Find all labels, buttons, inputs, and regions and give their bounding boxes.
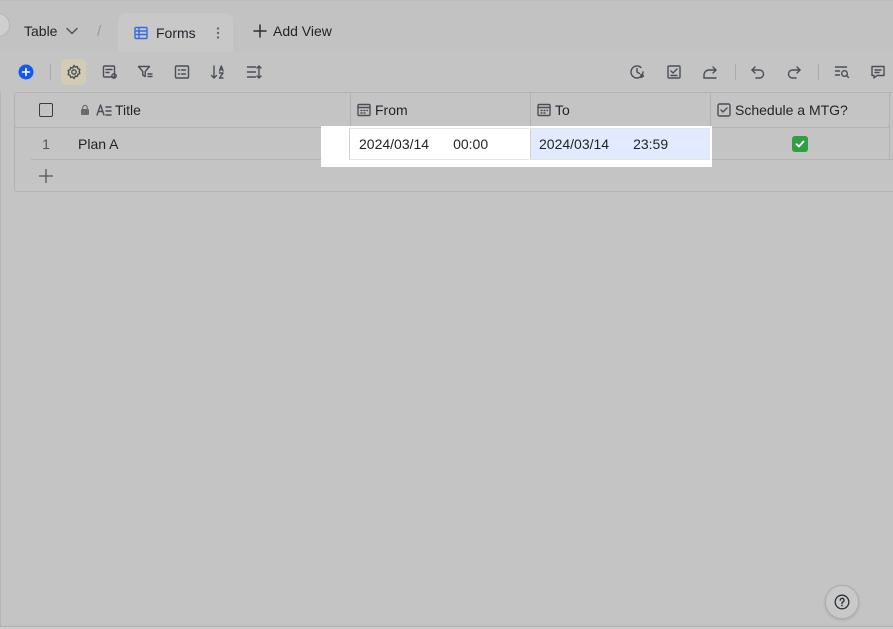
- group-list-icon: [174, 65, 190, 79]
- add-view-label: Add View: [273, 23, 332, 39]
- column-to-label: To: [555, 102, 570, 118]
- redo-icon: [787, 66, 801, 79]
- cell-to[interactable]: 2024/03/14 23:59: [530, 128, 710, 160]
- checked-checkbox[interactable]: [791, 136, 808, 152]
- more-vertical-icon[interactable]: [216, 26, 220, 40]
- sidebar-collapse-handle[interactable]: [0, 13, 10, 37]
- filter-icon: [137, 65, 153, 78]
- add-view-button[interactable]: Add View: [253, 23, 332, 39]
- history-icon: [630, 65, 645, 79]
- lock-icon: [81, 104, 89, 115]
- text-field-icon: [96, 104, 112, 116]
- toolbar-divider: [818, 64, 819, 80]
- grid-view-icon: [134, 26, 148, 40]
- redo-button[interactable]: [783, 61, 805, 83]
- cell-from[interactable]: 2024/03/14 00:00: [349, 128, 529, 160]
- toolbar-divider: [735, 64, 736, 80]
- field-settings-icon: [102, 65, 117, 79]
- settings-button[interactable]: [63, 61, 85, 83]
- share-button[interactable]: [699, 61, 721, 83]
- select-all-header: [15, 93, 77, 128]
- table-switcher[interactable]: Table: [24, 23, 79, 39]
- row-index: 1: [42, 136, 50, 152]
- from-date: 2024/03/14: [359, 136, 430, 152]
- filter-button[interactable]: [134, 61, 156, 83]
- table-switcher-label: Table: [24, 23, 58, 39]
- from-time: 00:00: [453, 136, 489, 152]
- column-from-label: From: [375, 102, 408, 118]
- chevron-down-icon: [66, 27, 79, 35]
- plus-icon: [39, 169, 53, 183]
- column-title-label: Title: [115, 102, 141, 118]
- column-header-from[interactable]: From: [350, 93, 530, 128]
- to-time: 23:59: [633, 136, 669, 152]
- add-row-button[interactable]: [31, 161, 61, 191]
- help-button[interactable]: [825, 585, 859, 619]
- row-height-icon: [246, 65, 262, 79]
- column-header-to[interactable]: To: [530, 93, 710, 128]
- breadcrumb-separator: /: [97, 23, 102, 40]
- form-view-button[interactable]: [663, 61, 685, 83]
- comment-icon: [871, 65, 885, 79]
- calendar-icon: [537, 103, 551, 117]
- gear-icon: [67, 64, 81, 80]
- toolbar-divider: [50, 64, 51, 80]
- search-list-icon: [834, 66, 850, 79]
- undo-button[interactable]: [747, 61, 769, 83]
- add-circle-icon: [18, 64, 34, 80]
- cell-schedule[interactable]: [710, 128, 890, 160]
- sort-az-icon: [210, 65, 224, 79]
- comments-button[interactable]: [867, 61, 889, 83]
- select-all-checkbox[interactable]: [39, 103, 53, 117]
- cell-title[interactable]: Plan A: [78, 128, 348, 160]
- question-circle-icon: [834, 594, 850, 610]
- form-check-icon: [667, 65, 681, 79]
- column-header-schedule[interactable]: Schedule a MTG?: [710, 93, 890, 128]
- to-date: 2024/03/14: [539, 136, 610, 152]
- search-button[interactable]: [831, 61, 853, 83]
- column-schedule-label: Schedule a MTG?: [735, 102, 848, 118]
- group-button[interactable]: [171, 61, 193, 83]
- column-header-title[interactable]: Title: [77, 93, 350, 128]
- row-height-button[interactable]: [243, 61, 265, 83]
- plus-icon: [253, 24, 267, 38]
- add-record-button[interactable]: [15, 61, 37, 83]
- tab-forms-label: Forms: [156, 25, 196, 41]
- sort-button[interactable]: [207, 61, 229, 83]
- view-tab-bar: Table / Forms Add View: [0, 0, 893, 53]
- share-icon: [703, 66, 717, 79]
- checkbox-field-icon: [717, 103, 731, 117]
- tab-forms[interactable]: Forms: [118, 13, 233, 53]
- calendar-icon: [357, 103, 371, 117]
- checkmark-icon: [795, 140, 804, 148]
- toolbar: [0, 52, 893, 92]
- undo-icon: [751, 66, 765, 79]
- window-left-edge: [0, 0, 1, 629]
- history-button[interactable]: [626, 61, 648, 83]
- field-config-button[interactable]: [99, 61, 121, 83]
